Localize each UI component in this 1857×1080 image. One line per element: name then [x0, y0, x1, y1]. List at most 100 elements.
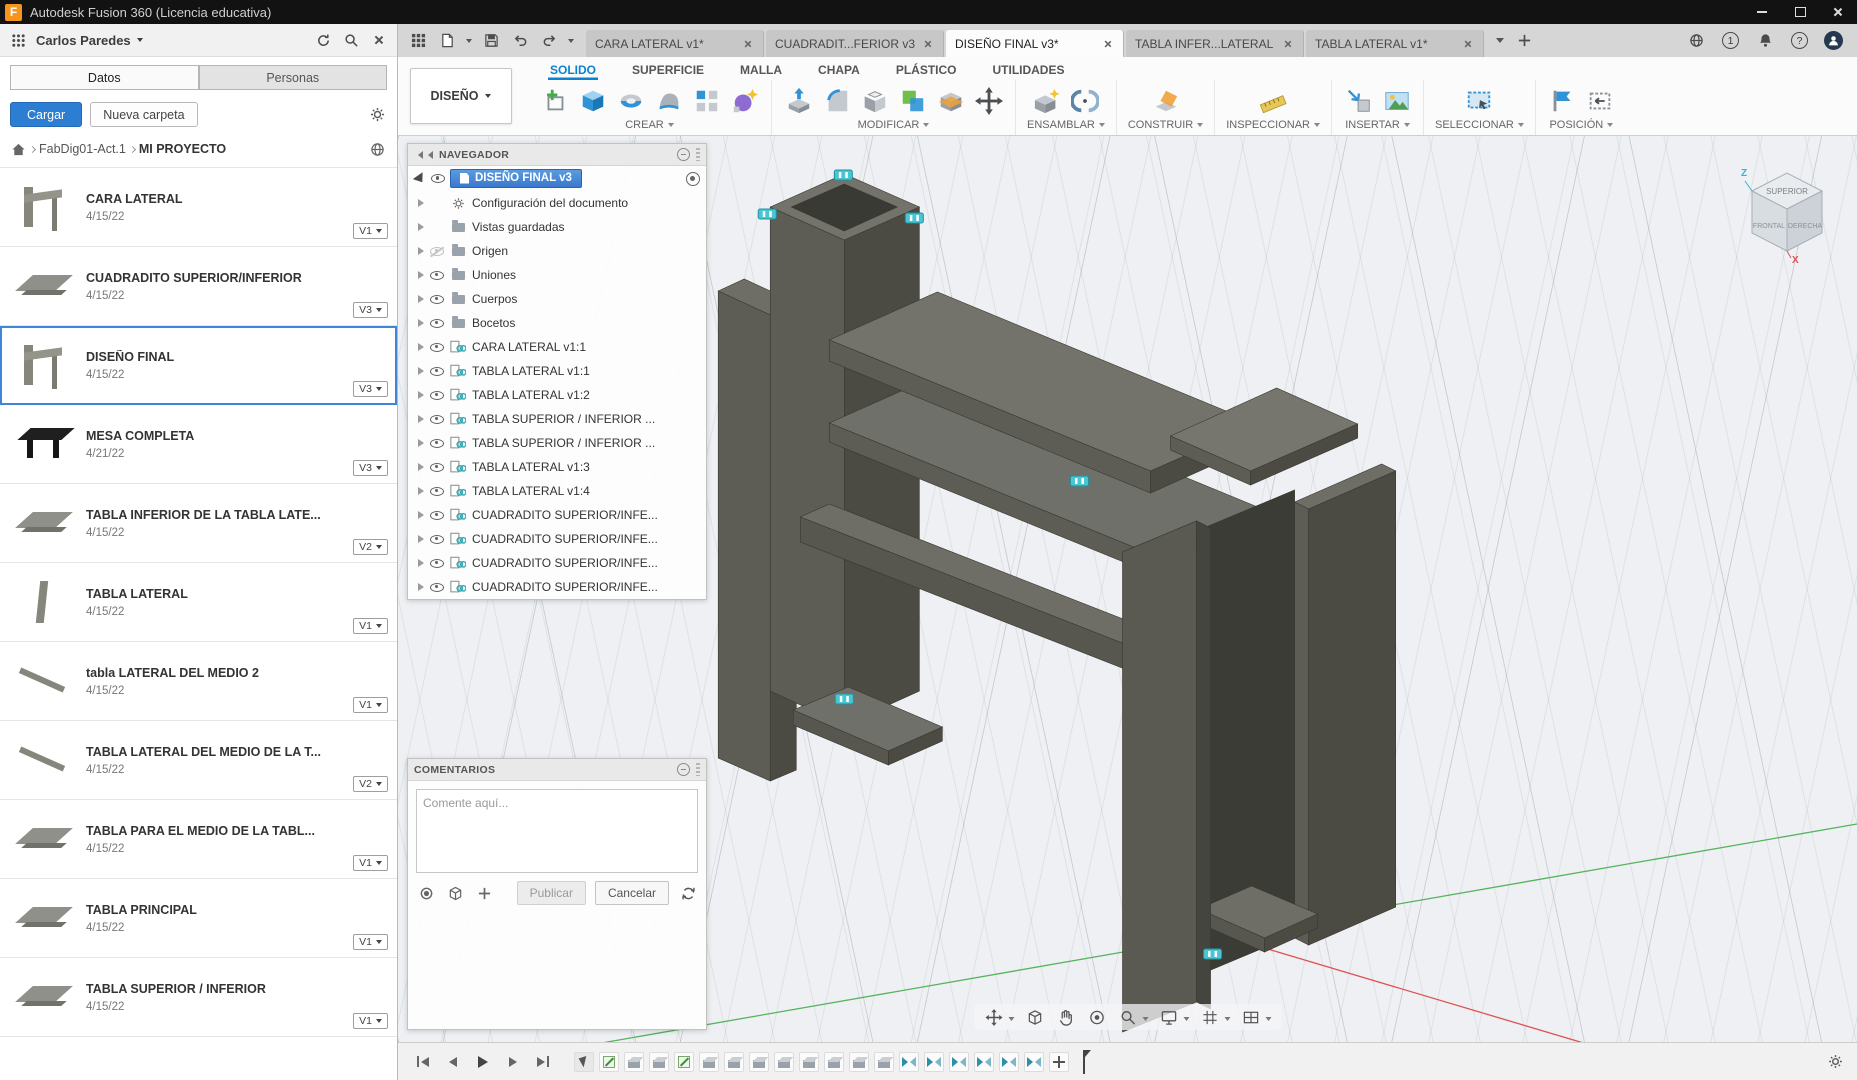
navigator-item[interactable]: TABLA LATERAL v1:4: [408, 479, 706, 503]
timeline-feature[interactable]: [1024, 1051, 1044, 1072]
navigator-header[interactable]: NAVEGADOR: [408, 144, 706, 166]
expand-arrow-icon[interactable]: [418, 415, 424, 423]
visibility-eye-icon[interactable]: [430, 270, 444, 280]
move-copy-icon[interactable]: [973, 86, 1004, 117]
ribbon-tab[interactable]: CHAPA: [816, 62, 862, 80]
display-settings-icon[interactable]: [1159, 1007, 1179, 1027]
timeline-feature[interactable]: [899, 1051, 919, 1072]
document-tab[interactable]: DISEÑO FINAL v3*: [946, 30, 1124, 57]
timeline-feature[interactable]: [874, 1051, 894, 1072]
navigator-item[interactable]: TABLA SUPERIOR / INFERIOR ...: [408, 431, 706, 455]
visibility-eye-icon[interactable]: [430, 510, 444, 520]
group-label-inspeccionar[interactable]: INSPECCIONAR: [1226, 119, 1320, 133]
create-sketch-icon[interactable]: [539, 86, 570, 117]
joint-icon[interactable]: [1069, 86, 1100, 117]
ribbon-tab[interactable]: SOLIDO: [548, 62, 598, 80]
navigator-item[interactable]: CARA LATERAL v1:1: [408, 335, 706, 359]
sweep-icon[interactable]: [653, 86, 684, 117]
revolve-icon[interactable]: [615, 86, 646, 117]
project-item[interactable]: CARA LATERAL 4/15/22 V1: [0, 168, 397, 247]
new-tab-plus-icon[interactable]: [1514, 31, 1534, 51]
undo-icon[interactable]: [510, 31, 530, 51]
close-tab-icon[interactable]: [1463, 39, 1473, 49]
help-icon[interactable]: ?: [1791, 32, 1808, 49]
comments-header[interactable]: COMENTARIOS: [408, 759, 706, 781]
add-icon[interactable]: [474, 883, 494, 903]
refresh-icon[interactable]: [313, 30, 333, 50]
apps-grid-icon[interactable]: [8, 30, 28, 50]
hand-pan-icon[interactable]: [1056, 1007, 1076, 1027]
expand-arrow-icon[interactable]: [418, 511, 424, 519]
timeline-feature[interactable]: [949, 1051, 969, 1072]
close-tab-icon[interactable]: [1283, 39, 1293, 49]
visibility-eye-icon[interactable]: [430, 558, 444, 568]
press-pull-icon[interactable]: [783, 86, 814, 117]
refresh-comments-icon[interactable]: [678, 883, 698, 903]
extrude-icon[interactable]: [577, 86, 608, 117]
redo-icon[interactable]: [539, 31, 559, 51]
panel-tab[interactable]: Personas: [198, 65, 387, 90]
visibility-eye-icon[interactable]: [430, 462, 444, 472]
timeline-position-marker[interactable]: [1079, 1049, 1091, 1074]
project-item[interactable]: tabla LATERAL DEL MEDIO 2 4/15/22 V1: [0, 642, 397, 721]
expand-arrow-icon[interactable]: [418, 391, 424, 399]
navigator-item[interactable]: Configuración del documento: [408, 191, 706, 215]
publish-button[interactable]: Publicar: [516, 881, 586, 905]
timeline-play-icon[interactable]: [470, 1050, 495, 1073]
project-item[interactable]: TABLA LATERAL DEL MEDIO DE LA T... 4/15/…: [0, 721, 397, 800]
avatar[interactable]: [1824, 31, 1843, 50]
activate-component-icon[interactable]: [686, 171, 700, 186]
project-item[interactable]: DISEÑO FINAL 4/15/22 V3: [0, 326, 397, 405]
version-badge[interactable]: V1: [353, 1013, 388, 1029]
minimize-icon[interactable]: [1743, 0, 1781, 24]
chevron-down-icon[interactable]: [1142, 1016, 1148, 1024]
navigator-item[interactable]: Vistas guardadas: [408, 215, 706, 239]
maximize-icon[interactable]: [1781, 0, 1819, 24]
job-status-icon[interactable]: 1: [1722, 32, 1739, 49]
close-window-icon[interactable]: [1819, 0, 1857, 24]
version-badge[interactable]: V3: [353, 460, 388, 476]
timeline-feature[interactable]: [749, 1051, 769, 1072]
timeline-feature[interactable]: [649, 1051, 669, 1072]
save-icon[interactable]: [481, 31, 501, 51]
close-tab-icon[interactable]: [923, 39, 933, 49]
search-icon[interactable]: [341, 30, 361, 50]
project-item[interactable]: TABLA INFERIOR DE LA TABLA LATE... 4/15/…: [0, 484, 397, 563]
project-item[interactable]: TABLA LATERAL 4/15/22 V1: [0, 563, 397, 642]
extensions-globe-icon[interactable]: [1686, 31, 1706, 51]
expand-arrow-icon[interactable]: [418, 247, 424, 255]
chevron-down-icon[interactable]: [568, 38, 574, 46]
navigator-root-row[interactable]: DISEÑO FINAL v3: [408, 166, 706, 191]
visibility-eye-icon[interactable]: [430, 582, 444, 592]
attach-model-icon[interactable]: [445, 883, 465, 903]
visibility-eye-icon[interactable]: [431, 174, 445, 183]
select-box-icon[interactable]: [1464, 86, 1495, 117]
timeline-feature[interactable]: [724, 1051, 744, 1072]
timeline-feature[interactable]: [999, 1051, 1019, 1072]
navigator-item[interactable]: CUADRADITO SUPERIOR/INFE...: [408, 527, 706, 551]
insert-derive-icon[interactable]: [1343, 86, 1374, 117]
group-label-construir[interactable]: CONSTRUIR: [1128, 119, 1204, 133]
combine-icon[interactable]: [897, 86, 928, 117]
new-file-icon[interactable]: [437, 31, 457, 51]
group-label-ensamblar[interactable]: ENSAMBLAR: [1027, 119, 1105, 133]
expand-arrow-icon[interactable]: [418, 223, 424, 231]
visibility-eye-icon[interactable]: [430, 390, 444, 400]
expand-arrow-icon[interactable]: [418, 295, 424, 303]
expand-arrow-icon[interactable]: [418, 463, 424, 471]
pattern-icon[interactable]: [691, 86, 722, 117]
group-label-crear[interactable]: CREAR: [625, 119, 674, 133]
visibility-eye-icon[interactable]: [430, 366, 444, 376]
close-tab-icon[interactable]: [743, 39, 753, 49]
version-badge[interactable]: V1: [353, 618, 388, 634]
viewports-icon[interactable]: [1241, 1007, 1261, 1027]
document-tab[interactable]: CARA LATERAL v1*: [586, 30, 764, 57]
project-item[interactable]: TABLA SUPERIOR / INFERIOR 4/15/22 V1: [0, 958, 397, 1037]
revert-position-icon[interactable]: [1585, 86, 1616, 117]
navigator-item[interactable]: TABLA LATERAL v1:1: [408, 359, 706, 383]
capture-position-icon[interactable]: [1547, 86, 1578, 117]
expand-arrow-icon[interactable]: [418, 199, 424, 207]
visibility-eye-icon[interactable]: [430, 318, 444, 328]
expand-arrow-icon[interactable]: [418, 535, 424, 543]
ribbon-tab[interactable]: MALLA: [738, 62, 784, 80]
